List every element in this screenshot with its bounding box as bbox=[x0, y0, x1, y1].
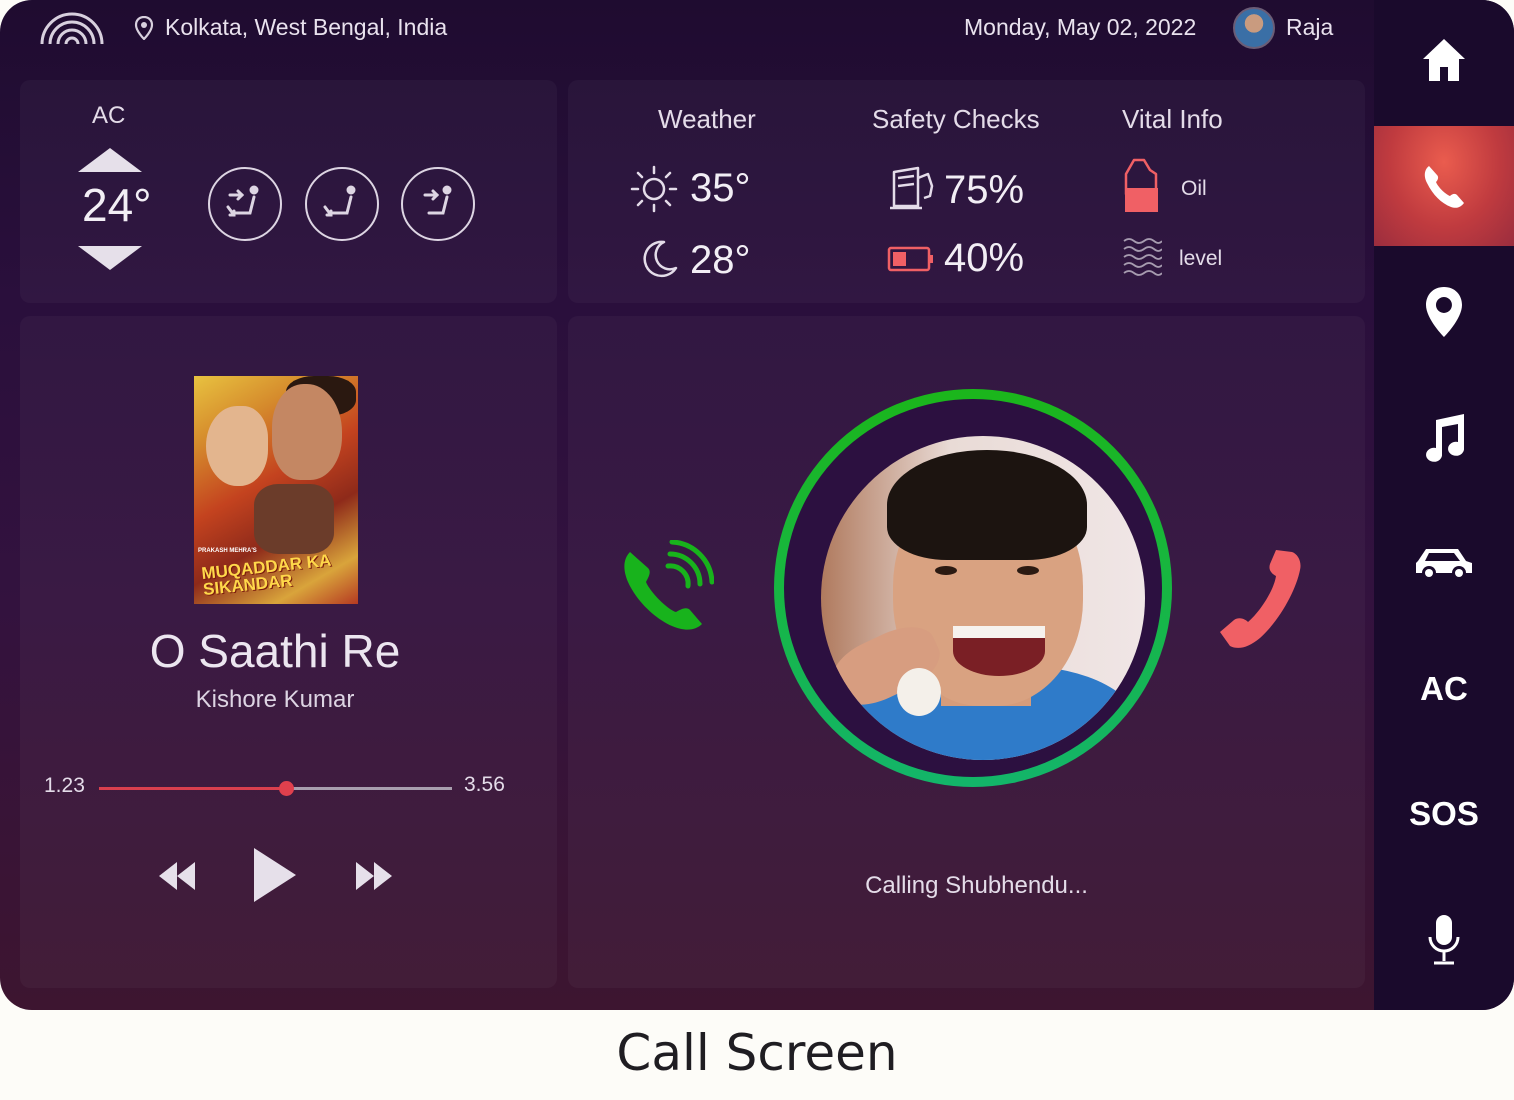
car-icon bbox=[1416, 549, 1472, 580]
infotainment-screen: Kolkata, West Bengal, India Monday, May … bbox=[0, 0, 1514, 1010]
user-name[interactable]: Raja bbox=[1286, 14, 1333, 41]
sidebar-item-phone[interactable] bbox=[1374, 126, 1514, 246]
sun-icon bbox=[630, 165, 678, 213]
sidebar-ac-label: AC bbox=[1420, 670, 1468, 707]
accept-call-button[interactable] bbox=[618, 540, 714, 636]
connectivity-icon bbox=[40, 12, 104, 45]
sidebar-item-navigation[interactable] bbox=[1374, 252, 1514, 372]
moon-icon bbox=[643, 240, 678, 278]
call-status: Calling Shubhendu... bbox=[865, 872, 1088, 899]
seek-bar[interactable] bbox=[99, 781, 452, 796]
sidebar-item-sos[interactable]: SOS bbox=[1374, 754, 1514, 874]
airflow-face-feet-icon bbox=[226, 185, 259, 217]
airflow-face-feet-button[interactable] bbox=[208, 167, 282, 241]
song-title: O Saathi Re bbox=[149, 625, 401, 677]
airflow-face-icon bbox=[423, 185, 452, 215]
battery-icon bbox=[887, 246, 933, 272]
ac-label: AC bbox=[92, 102, 126, 129]
day-temperature: 35° bbox=[690, 166, 751, 210]
screen-caption: Call Screen bbox=[616, 1024, 898, 1082]
avatar[interactable] bbox=[1233, 7, 1275, 49]
sidebar-item-home[interactable] bbox=[1374, 0, 1514, 120]
album-art: PRAKASH MEHRA'S MUQADDAR KA SIKANDAR bbox=[194, 376, 358, 604]
total-time: 3.56 bbox=[464, 773, 505, 796]
location-icon bbox=[1426, 287, 1462, 337]
fuel-level: 75% bbox=[944, 168, 1025, 212]
airflow-feet-button[interactable] bbox=[305, 167, 379, 241]
temp-down-button[interactable] bbox=[78, 246, 142, 270]
sidebar-item-ac[interactable]: AC bbox=[1374, 629, 1514, 749]
decline-call-button[interactable] bbox=[1216, 548, 1304, 652]
fuel-icon bbox=[890, 166, 934, 210]
battery-level: 40% bbox=[944, 236, 1025, 280]
album-art-subtitle: PRAKASH MEHRA'S bbox=[198, 548, 257, 554]
airflow-face-button[interactable] bbox=[401, 167, 475, 241]
oil-label: Oil bbox=[1181, 177, 1207, 200]
status-bar: Kolkata, West Bengal, India Monday, May … bbox=[0, 0, 1374, 60]
album-art-title: MUQADDAR KA SIKANDAR bbox=[200, 550, 332, 600]
elapsed-time: 1.23 bbox=[44, 774, 85, 797]
seek-bar-fill bbox=[99, 787, 287, 790]
date-text: Monday, May 02, 2022 bbox=[964, 14, 1197, 40]
temp-up-button[interactable] bbox=[78, 148, 142, 172]
fluid-level-icon bbox=[1123, 238, 1162, 276]
vital-title: Vital Info bbox=[1122, 104, 1223, 134]
ac-temperature: 24° bbox=[82, 179, 152, 231]
location-text: Kolkata, West Bengal, India bbox=[165, 14, 448, 40]
night-temperature: 28° bbox=[690, 238, 751, 282]
level-label: level bbox=[1179, 247, 1223, 270]
fast-forward-button[interactable] bbox=[354, 860, 394, 892]
artist-name: Kishore Kumar bbox=[195, 686, 355, 713]
seek-bar-handle[interactable] bbox=[278, 781, 294, 796]
phone-icon bbox=[1424, 166, 1464, 208]
rewind-button[interactable] bbox=[157, 860, 197, 892]
oil-can-icon bbox=[1124, 158, 1158, 212]
sidebar-item-voice[interactable] bbox=[1374, 880, 1514, 1000]
safety-title: Safety Checks bbox=[872, 104, 1040, 134]
microphone-icon bbox=[1428, 915, 1460, 965]
caller-photo bbox=[821, 436, 1145, 760]
sidebar-item-vehicle[interactable] bbox=[1374, 503, 1514, 623]
sidebar-nav: AC SOS bbox=[1374, 0, 1514, 1010]
sidebar-item-music[interactable] bbox=[1374, 377, 1514, 497]
home-icon bbox=[1423, 39, 1465, 81]
caller-ring bbox=[774, 389, 1172, 787]
airflow-feet-icon bbox=[323, 185, 356, 217]
play-button[interactable] bbox=[252, 846, 298, 904]
sidebar-sos-label: SOS bbox=[1409, 795, 1479, 832]
location-pin-icon bbox=[134, 16, 154, 40]
weather-title: Weather bbox=[658, 104, 756, 134]
music-icon bbox=[1426, 414, 1465, 462]
